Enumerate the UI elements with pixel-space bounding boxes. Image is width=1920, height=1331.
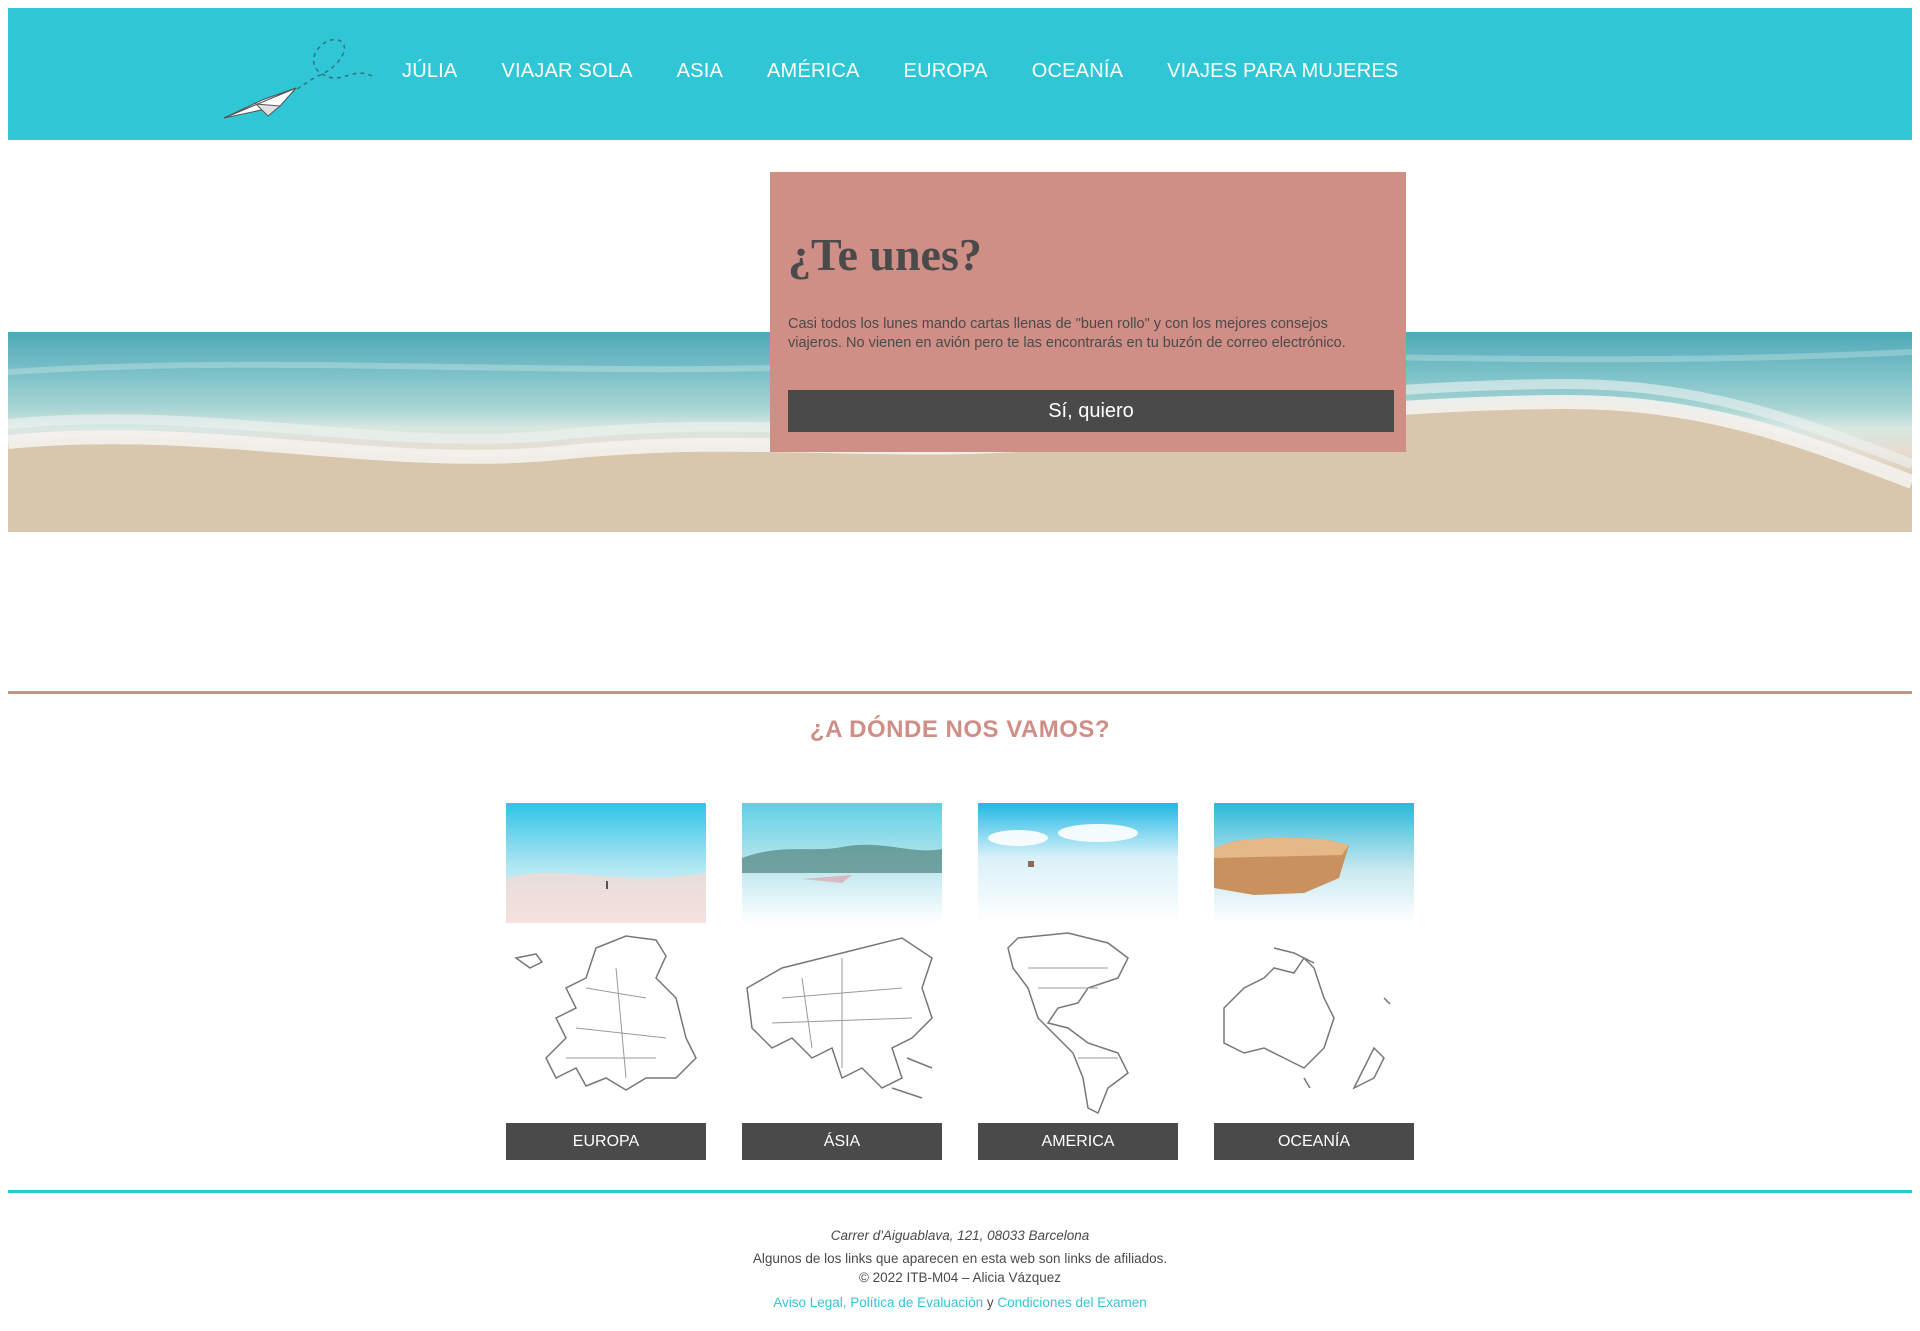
destination-card-oceania: OCEANÍA — [1214, 803, 1414, 1163]
destination-button-america[interactable]: AMERICA — [978, 1123, 1178, 1160]
destination-button-europa[interactable]: EUROPA — [506, 1123, 706, 1160]
destination-card-europa: EUROPA — [506, 803, 706, 1163]
paper-plane-logo-icon[interactable] — [222, 26, 382, 126]
signup-button[interactable]: Sí, quiero — [788, 390, 1394, 432]
oceania-map-icon — [1223, 947, 1391, 1090]
destinations-title: ¿A DÓNDE NOS VAMOS? — [809, 716, 1111, 743]
footer-divider — [8, 1190, 1912, 1193]
nav-item-america[interactable]: AMÉRICA — [767, 60, 860, 83]
footer-connector: y — [986, 1295, 994, 1310]
asia-map-icon — [746, 937, 933, 1099]
nav-item-europa[interactable]: EUROPA — [904, 60, 988, 83]
destination-card-america: AMERICA — [978, 803, 1178, 1163]
main-nav: JÚLIA VIAJAR SOLA ASIA AMÉRICA EUROPA OC… — [402, 60, 1442, 83]
footer-address: Carrer d'Aiguablava, 121, 08033 Barcelon… — [830, 1228, 1090, 1243]
site-header: JÚLIA VIAJAR SOLA ASIA AMÉRICA EUROPA OC… — [8, 8, 1912, 140]
site-footer: Carrer d'Aiguablava, 121, 08033 Barcelon… — [8, 1228, 1912, 1314]
europe-map-icon — [514, 935, 697, 1091]
destination-button-asia[interactable]: ÁSIA — [742, 1123, 942, 1160]
legal-link[interactable]: Aviso Legal, Política de Evaluación — [773, 1295, 983, 1310]
hero-section: ¿Te unes? Casi todos los lunes mando car… — [8, 140, 1912, 560]
page: JÚLIA VIAJAR SOLA ASIA AMÉRICA EUROPA OC… — [8, 8, 1912, 1310]
nav-item-oceania[interactable]: OCEANÍA — [1032, 60, 1123, 83]
nav-item-asia[interactable]: ASIA — [677, 60, 723, 83]
destination-cards: EUROPA ÁSIA AMERICA OCEANÍA — [506, 803, 1450, 1163]
section-divider — [8, 691, 1912, 694]
footer-copyright: © 2022 ITB-M04 – Alicia Vázquez — [858, 1270, 1062, 1285]
newsletter-signup-box: ¿Te unes? Casi todos los lunes mando car… — [770, 172, 1406, 452]
exam-conditions-link[interactable]: Condiciones del Examen — [997, 1295, 1146, 1310]
america-map-icon — [1007, 932, 1129, 1115]
oceania-photo — [1214, 803, 1414, 923]
destination-button-oceania[interactable]: OCEANÍA — [1214, 1123, 1414, 1160]
footer-affiliates-note: Algunos de los links que aparecen en est… — [752, 1251, 1168, 1266]
signup-title: ¿Te unes? — [788, 229, 982, 280]
asia-photo — [742, 803, 942, 923]
america-photo — [978, 803, 1178, 923]
nav-item-julia[interactable]: JÚLIA — [402, 60, 457, 83]
signup-description: Casi todos los lunes mando cartas llenas… — [788, 316, 1346, 351]
footer-legal-links: Aviso Legal, Política de Evaluación y Co… — [8, 1295, 1912, 1310]
nav-item-viajar-sola[interactable]: VIAJAR SOLA — [501, 60, 632, 83]
destination-card-asia: ÁSIA — [742, 803, 942, 1163]
europa-photo — [506, 803, 706, 923]
nav-item-viajes-para-mujeres[interactable]: VIAJES PARA MUJERES — [1167, 60, 1398, 83]
